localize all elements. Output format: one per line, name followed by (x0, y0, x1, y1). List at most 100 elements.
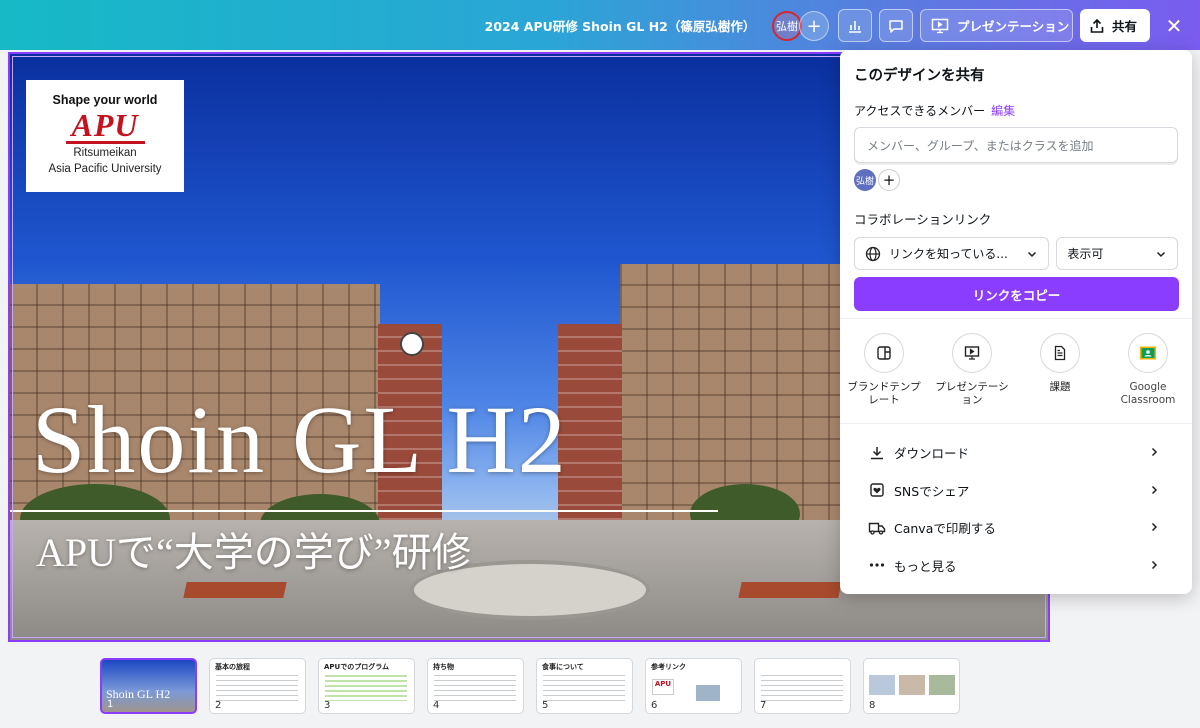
share-button[interactable]: 共有 (1080, 9, 1150, 42)
thumbnail-content (543, 675, 625, 701)
thumbnail-photo (696, 685, 720, 701)
page-thumbnail[interactable]: Shoin GL H2 1 (100, 658, 197, 714)
google-classroom-icon (1128, 333, 1168, 373)
page-thumbnail[interactable]: 持ち物 4 (427, 658, 524, 714)
more-icon (868, 562, 886, 568)
brand-template-icon (864, 333, 904, 373)
option-label: Google Classroom (1120, 381, 1176, 406)
slide-subtitle[interactable]: APUで“大学の学び”研修 (36, 520, 472, 578)
chevron-down-icon (1028, 251, 1037, 257)
share-panel: このデザインを共有 アクセスできるメンバー 編集 メンバー、グループ、またはクラス… (840, 50, 1192, 594)
upload-icon (1090, 18, 1104, 33)
thumbnail-title: 基本の旅程 (215, 663, 250, 671)
thumbnail-photo (899, 675, 925, 695)
page-number: 5 (542, 700, 549, 711)
menu-label: Canvaで印刷する (894, 521, 996, 537)
access-label: アクセスできるメンバー (854, 104, 986, 118)
member-list: 弘樹 + (854, 169, 1178, 191)
page-number: 4 (433, 700, 440, 711)
present-button[interactable]: プレゼンテーション (920, 9, 1073, 42)
share-heading: このデザインを共有 (854, 68, 985, 84)
menu-more[interactable]: もっと見る (840, 547, 1192, 585)
clock-face (400, 332, 424, 356)
chevron-right-icon (1151, 522, 1158, 532)
option-label: プレゼンテーション (935, 381, 1009, 406)
collab-link-label: コラボレーションリンク (854, 212, 992, 227)
link-scope-value: リンクを知っている... (889, 247, 1008, 261)
insights-button[interactable] (838, 9, 872, 42)
thumbnail-title: APUでのプログラム (324, 663, 390, 671)
thumbnail-content (216, 675, 298, 701)
menu-label: SNSでシェア (894, 483, 970, 499)
edit-access-link[interactable]: 編集 (991, 104, 1015, 118)
share-options: ブランドテンプレート プレゼンテーション 課題 Google Classroom (840, 318, 1192, 422)
option-google-classroom[interactable]: Google Classroom (1104, 319, 1192, 422)
menu-download[interactable]: ダウンロード (840, 434, 1192, 472)
thumbnail-title: 参考リンク (651, 663, 686, 671)
menu-label: ダウンロード (894, 446, 970, 462)
comment-icon (889, 19, 903, 33)
access-row: アクセスできるメンバー 編集 (854, 102, 1178, 119)
presentation-icon (931, 18, 949, 33)
page-number: 3 (324, 700, 331, 711)
page-number: 7 (760, 700, 767, 711)
page-thumbnail[interactable]: 8 (863, 658, 960, 714)
page-thumbnail[interactable]: 参考リンク APU 6 (645, 658, 742, 714)
page-number: 1 (107, 699, 114, 710)
apu-logo[interactable]: Shape your world APU Ritsumeikan Asia Pa… (26, 80, 184, 192)
thumbnail-title: 食事について (542, 663, 584, 671)
print-truck-icon (868, 520, 886, 536)
page-thumbnail[interactable]: 7 (754, 658, 851, 714)
page-thumbnail[interactable]: 基本の旅程 2 (209, 658, 306, 714)
page-thumbnail[interactable]: APUでのプログラム 3 (318, 658, 415, 714)
globe-icon (865, 246, 881, 261)
top-bar: 2024 APU研修 Shoin GL H2（篠原弘樹作） 弘樹 + プレゼンテ… (0, 0, 1200, 50)
user-avatar[interactable]: 弘樹 (772, 11, 802, 41)
logo-university-line1: Ritsumeikan (73, 147, 137, 159)
option-presentation[interactable]: プレゼンテーション (928, 319, 1016, 422)
option-assignment[interactable]: 課題 (1016, 319, 1104, 422)
thumbnail-content (434, 675, 516, 701)
chevron-right-icon (1151, 485, 1158, 494)
thumbnail-title: 持ち物 (433, 663, 454, 671)
page-number: 6 (651, 700, 658, 711)
chevron-right-icon (1151, 447, 1158, 457)
page-number: 2 (215, 700, 222, 711)
menu-print[interactable]: Canvaで印刷する (840, 509, 1192, 547)
menu-social-share[interactable]: SNSでシェア (840, 472, 1192, 510)
permission-value: 表示可 (1067, 247, 1104, 261)
share-label: 共有 (1112, 19, 1138, 34)
close-panel-button[interactable]: ✕ (1160, 12, 1188, 40)
assignment-icon (1040, 333, 1080, 373)
comments-button[interactable] (879, 9, 913, 42)
bench (183, 582, 287, 598)
option-label: ブランドテンプレート (847, 381, 921, 406)
option-brand-template[interactable]: ブランドテンプレート (840, 319, 928, 422)
share-menu: ダウンロード SNSでシェア Canvaで印刷する もっと見る (840, 423, 1192, 584)
add-member-button[interactable]: + (878, 169, 900, 191)
thumbnail-photo (869, 675, 895, 695)
page-number: 8 (869, 700, 876, 711)
slide-title[interactable]: Shoin GL H2 (32, 384, 568, 495)
member-avatar[interactable]: 弘樹 (854, 169, 876, 191)
thumbnail-content (325, 675, 407, 701)
page-thumbnail[interactable]: 食事について 5 (536, 658, 633, 714)
title-underline (10, 510, 718, 512)
bench (738, 582, 842, 598)
presentation-icon (952, 333, 992, 373)
logo-tagline: Shape your world (52, 93, 158, 107)
chevron-right-icon (1151, 560, 1158, 569)
logo-university-line2: Asia Pacific University (48, 163, 162, 175)
document-title[interactable]: 2024 APU研修 Shoin GL H2（篠原弘樹作） (470, 16, 770, 35)
download-icon (868, 445, 886, 461)
option-label: 課題 (1049, 381, 1071, 393)
chevron-down-icon (1156, 251, 1166, 257)
permission-dropdown[interactable]: 表示可 (1056, 237, 1178, 270)
copy-link-button[interactable]: リンクをコピー (854, 277, 1179, 311)
bar-chart-icon (849, 20, 861, 33)
link-scope-dropdown[interactable]: リンクを知っている... (854, 237, 1050, 270)
present-label: プレゼンテーション (957, 19, 1070, 34)
add-collaborator-button[interactable]: + (799, 11, 829, 41)
member-search-input[interactable]: メンバー、グループ、またはクラスを追加 (854, 127, 1178, 163)
social-share-icon (868, 482, 886, 498)
